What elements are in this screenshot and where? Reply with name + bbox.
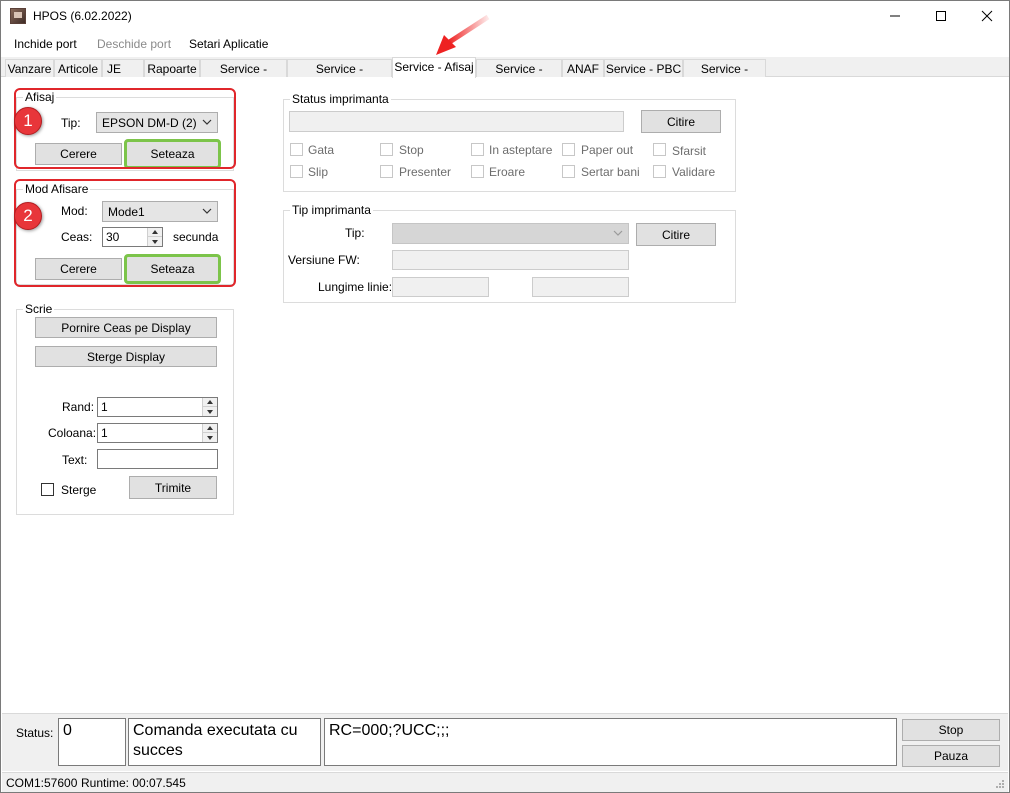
- gata-label: Gata: [308, 143, 335, 157]
- tab-service-afisaj[interactable]: Service - Afisaj: [392, 57, 476, 78]
- in-asteptare-label: In asteptare: [489, 143, 553, 157]
- eroare-label: Eroare: [489, 165, 526, 179]
- tab-service-pbc[interactable]: Service - PBC: [604, 59, 683, 77]
- rand-value: 1: [101, 400, 108, 414]
- versiune-fw-label: Versiune FW:: [288, 253, 360, 267]
- close-button[interactable]: [964, 1, 1010, 31]
- maximize-icon: [936, 11, 946, 21]
- tip-imprimanta-label: Tip:: [345, 226, 365, 240]
- chevron-down-icon: [613, 230, 623, 236]
- coloana-stepper[interactable]: 1: [97, 423, 218, 443]
- versiune-fw-field: [392, 250, 629, 270]
- annotation-arrow-icon: [436, 14, 490, 55]
- gata-checkbox[interactable]: [290, 143, 303, 156]
- status-response: RC=000;?UCC;;;: [324, 718, 897, 766]
- sterge-label: Sterge: [61, 483, 97, 497]
- sfarsit-checkbox[interactable]: [653, 143, 666, 156]
- status-imprimanta-legend: Status imprimanta: [290, 92, 391, 106]
- spin-down-icon[interactable]: [203, 407, 217, 416]
- tab-vanzare[interactable]: Vanzare: [5, 59, 54, 77]
- sterge-display-button[interactable]: Sterge Display: [35, 346, 217, 367]
- status-imprimanta-field: [289, 111, 624, 132]
- menu-bar: Inchide port Deschide port Setari Aplica…: [1, 33, 1009, 55]
- title-bar: HPOS (6.02.2022): [1, 1, 1009, 31]
- spin-up-icon[interactable]: [203, 424, 217, 433]
- minimize-button[interactable]: [872, 1, 918, 31]
- coloana-spin-buttons[interactable]: [202, 424, 217, 442]
- slip-checkbox[interactable]: [290, 165, 303, 178]
- status-code: 0: [58, 718, 126, 766]
- in-asteptare-checkbox[interactable]: [471, 143, 484, 156]
- spin-up-icon[interactable]: [203, 398, 217, 407]
- menu-inchide-port[interactable]: Inchide port: [14, 37, 77, 51]
- presenter-checkbox[interactable]: [380, 165, 393, 178]
- scrie-legend: Scrie: [23, 302, 55, 316]
- tip-imprimanta-legend: Tip imprimanta: [290, 203, 373, 217]
- pauza-button[interactable]: Pauza: [902, 745, 1000, 767]
- sterge-checkbox[interactable]: [41, 483, 54, 496]
- status-message: Comanda executata cu succes: [128, 718, 321, 766]
- minimize-icon: [890, 15, 900, 17]
- rand-label: Rand:: [62, 400, 95, 414]
- rand-spin-buttons[interactable]: [202, 398, 217, 416]
- pornire-ceas-button[interactable]: Pornire Ceas pe Display: [35, 317, 217, 338]
- stop-label: Stop: [399, 143, 424, 157]
- text-input[interactable]: [97, 449, 218, 469]
- tab-anaf[interactable]: ANAF: [562, 59, 604, 77]
- tab-service-fiscalizare[interactable]: Service - Fiscalizare: [287, 59, 392, 90]
- lungime-linie-label: Lungime linie:: [318, 280, 393, 294]
- status-citire-button[interactable]: Citire: [641, 110, 721, 133]
- mod-afisare-highlight: [14, 179, 236, 287]
- tab-content: Afisaj Tip: EPSON DM-D (2) Cerere Seteaz…: [2, 77, 1008, 713]
- sertar-bani-checkbox[interactable]: [562, 165, 575, 178]
- scrie-group: Scrie Pornire Ceas pe Display Sterge Dis…: [16, 302, 234, 515]
- tab-je[interactable]: JE: [102, 59, 144, 77]
- app-window: HPOS (6.02.2022) Inchide port Deschide p…: [0, 0, 1010, 793]
- window-title: HPOS (6.02.2022): [33, 9, 132, 23]
- lungime-linie-field: [392, 277, 489, 297]
- port-info: COM1:57600: [6, 776, 78, 790]
- sfarsit-label: Sfarsit: [672, 144, 707, 158]
- close-icon: [981, 10, 993, 22]
- rand-stepper[interactable]: 1: [97, 397, 218, 417]
- slip-label: Slip: [308, 165, 329, 179]
- tab-service-istoric[interactable]: Service - Istoric: [683, 59, 766, 90]
- sertar-bani-label: Sertar bani: [581, 165, 640, 179]
- status-imprimanta-group: Status imprimanta Citire Gata Stop In as…: [283, 92, 736, 192]
- step-2-badge: 2: [14, 202, 42, 230]
- text-label: Text:: [62, 453, 88, 467]
- paper-out-label: Paper out: [581, 143, 634, 157]
- stop-button[interactable]: Stop: [902, 719, 1000, 741]
- presenter-label: Presenter: [399, 165, 452, 179]
- validare-checkbox[interactable]: [653, 165, 666, 178]
- coloana-label: Coloana:: [48, 426, 97, 440]
- paper-out-checkbox[interactable]: [562, 143, 575, 156]
- tab-articole[interactable]: Articole: [54, 59, 102, 77]
- lungime-linie-field-2: [532, 277, 629, 297]
- menu-deschide-port[interactable]: Deschide port: [97, 37, 171, 51]
- tip-imprimanta-select[interactable]: [392, 223, 629, 244]
- maximize-button[interactable]: [918, 1, 964, 31]
- runtime-info: Runtime: 00:07.545: [81, 776, 186, 790]
- coloana-value: 1: [101, 426, 108, 440]
- app-icon: [10, 8, 26, 24]
- tab-strip: Vanzare Articole JE Rapoarte Service - F…: [1, 57, 1009, 90]
- status-panel: Status: 0 Comanda executata cu succes RC…: [2, 713, 1008, 771]
- trimite-button[interactable]: Trimite: [129, 476, 217, 499]
- tab-service-fisiere[interactable]: Service - Fisiere: [200, 59, 287, 90]
- tip-citire-button[interactable]: Citire: [636, 223, 716, 246]
- afisaj-highlight: [14, 88, 236, 169]
- status-label: Status:: [16, 726, 54, 740]
- stop-checkbox[interactable]: [380, 143, 393, 156]
- eroare-checkbox[interactable]: [471, 165, 484, 178]
- bottom-status-bar: COM1:57600 Runtime: 00:07.545: [2, 772, 1008, 792]
- tab-rapoarte[interactable]: Rapoarte: [144, 59, 200, 77]
- spin-down-icon[interactable]: [203, 433, 217, 442]
- tip-imprimanta-group: Tip imprimanta Tip: Citire Versiune FW: …: [283, 203, 736, 303]
- menu-setari-aplicatie[interactable]: Setari Aplicatie: [189, 37, 268, 51]
- validare-label: Validare: [672, 165, 716, 179]
- resize-grip-icon[interactable]: [995, 779, 1005, 789]
- step-1-badge: 1: [14, 107, 42, 135]
